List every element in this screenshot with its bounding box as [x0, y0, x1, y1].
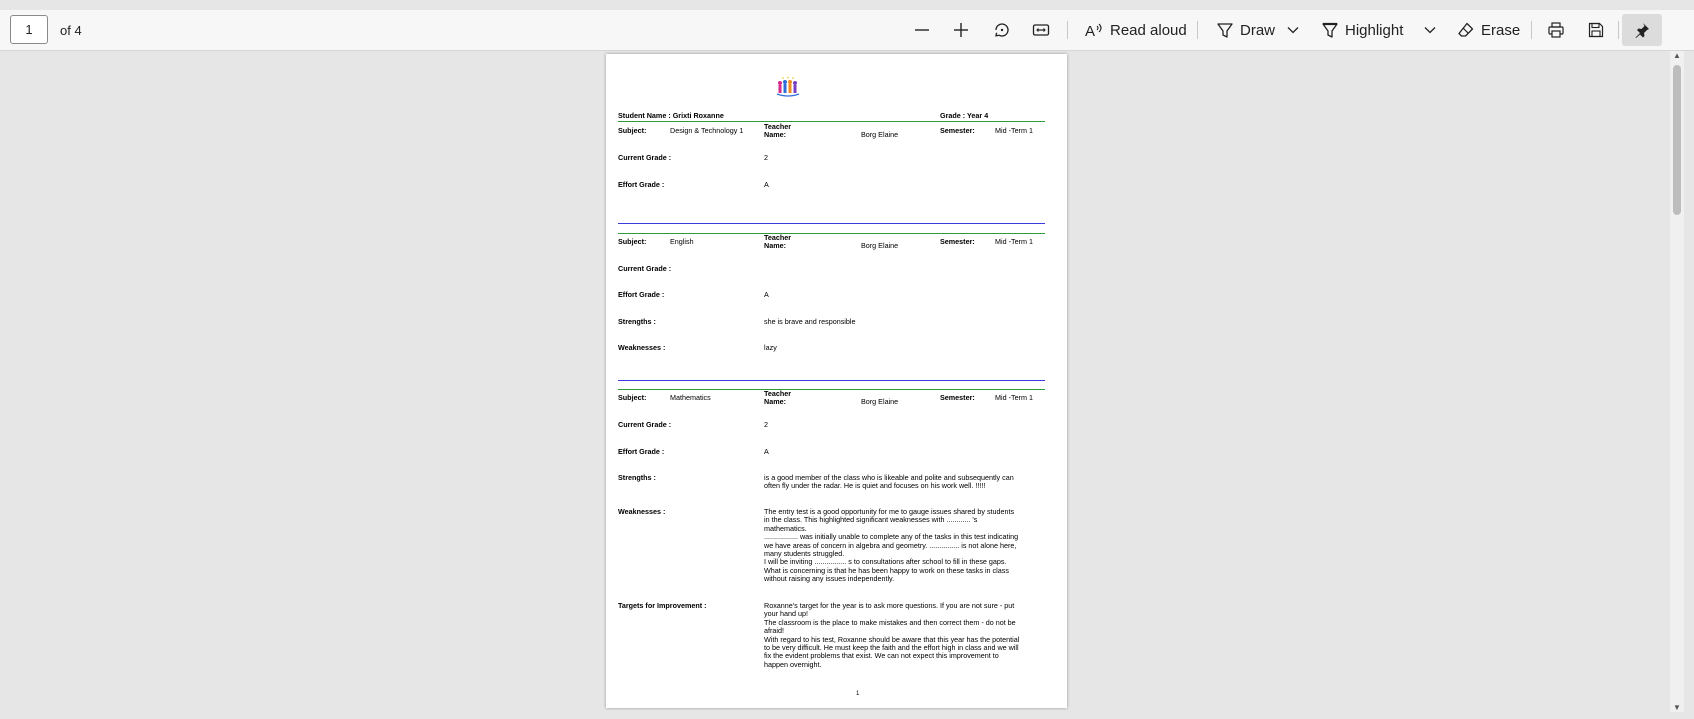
toolbar-separator — [1067, 21, 1068, 39]
highlight-options-dropdown[interactable] — [1423, 16, 1437, 44]
print-icon — [1548, 22, 1564, 38]
highlight-label: Highlight — [1345, 21, 1404, 39]
svg-text:A: A — [1085, 23, 1095, 39]
erase-button[interactable]: Erase — [1457, 16, 1520, 44]
effort-grade-label: Effort Grade : — [618, 290, 665, 299]
section-rule-bottom — [618, 380, 1045, 382]
effort-grade-value: A — [764, 290, 769, 299]
weaknesses-label: Weaknesses : — [618, 343, 666, 352]
weaknesses-label: Weaknesses : — [618, 507, 666, 516]
student-name: Student Name : Grixti Roxanne — [618, 111, 724, 120]
semester-label: Semester: — [940, 237, 975, 246]
rotate-icon — [995, 23, 1009, 37]
weaknesses-value: lazy — [764, 343, 777, 352]
section-rule-top — [618, 121, 1045, 123]
section-rule-top — [618, 389, 1045, 391]
highlight-button[interactable]: Highlight — [1321, 16, 1403, 44]
chevron-down-icon — [1287, 27, 1299, 34]
scrollbar-thumb[interactable] — [1673, 65, 1681, 215]
teacher-label: Teacher Name: — [764, 233, 792, 251]
semester-value: Mid -Term 1 — [995, 393, 1033, 402]
subject-value: Design & Technology 1 — [670, 126, 744, 135]
targets-value: Roxanne's target for the year is to ask … — [764, 601, 1020, 669]
zoom-in-icon — [954, 23, 968, 37]
vertical-scrollbar[interactable]: ▲ ▼ — [1670, 51, 1684, 712]
pin-toolbar-button[interactable] — [1622, 14, 1662, 46]
current-grade-label: Current Grade : — [618, 420, 672, 429]
page-number-footer: 1 — [856, 691, 860, 697]
zoom-in-button[interactable] — [952, 16, 970, 44]
effort-grade-label: Effort Grade : — [618, 447, 665, 456]
strengths-value: is a good member of the class who is lik… — [764, 473, 1014, 491]
chevron-down-icon — [1424, 27, 1436, 34]
toolbar-separator — [1197, 21, 1198, 39]
fit-width-icon — [1032, 24, 1050, 36]
effort-grade-value: A — [764, 180, 769, 189]
page-number-input[interactable] — [10, 15, 48, 44]
subject-label: Subject: — [618, 126, 647, 135]
toolbar-separator — [1618, 21, 1619, 39]
subject-label: Subject: — [618, 237, 647, 246]
pdf-page: Student Name : Grixti Roxanne Grade : Ye… — [606, 54, 1067, 708]
zoom-out-button[interactable] — [913, 16, 931, 44]
teacher-value: Borg Elaine — [861, 130, 899, 139]
section-rule-bottom — [618, 223, 1045, 225]
zoom-out-icon — [915, 29, 929, 31]
draw-icon — [1217, 23, 1233, 38]
read-aloud-icon: A — [1085, 23, 1102, 39]
save-button[interactable] — [1587, 16, 1605, 44]
semester-label: Semester: — [940, 126, 975, 135]
pin-icon — [1635, 23, 1649, 38]
teacher-label: Teacher Name: — [764, 122, 792, 140]
save-icon — [1588, 22, 1604, 38]
current-grade-label: Current Grade : — [618, 264, 672, 273]
subject-label: Subject: — [618, 393, 647, 402]
current-grade-value: 2 — [764, 153, 768, 162]
subject-value: English — [670, 237, 694, 246]
student-grade: Grade : Year 4 — [940, 111, 989, 120]
targets-label: Targets for Improvement : — [618, 601, 707, 610]
section-rule-top — [618, 233, 1045, 235]
draw-button[interactable]: Draw — [1216, 16, 1275, 44]
school-logo — [776, 76, 800, 97]
strengths-label: Strengths : — [618, 317, 656, 326]
semester-value: Mid -Term 1 — [995, 237, 1033, 246]
fit-width-button[interactable] — [1032, 16, 1050, 44]
effort-grade-value: A — [764, 447, 769, 456]
erase-label: Erase — [1481, 21, 1521, 39]
rotate-button[interactable] — [993, 16, 1011, 44]
highlight-icon — [1322, 22, 1338, 38]
scroll-down-arrow-icon[interactable]: ▼ — [1673, 703, 1681, 712]
strengths-value: she is brave and responsible — [764, 317, 856, 326]
strengths-label: Strengths : — [618, 473, 656, 482]
pdf-toolbar: of 4 A Read aloud Draw Highlight Erase — [0, 10, 1694, 51]
current-grade-value: 2 — [764, 420, 768, 429]
erase-icon — [1458, 22, 1474, 37]
semester-label: Semester: — [940, 393, 975, 402]
draw-options-dropdown[interactable] — [1286, 16, 1300, 44]
teacher-label: Teacher Name: — [764, 389, 792, 407]
draw-label: Draw — [1240, 21, 1276, 39]
subject-value: Mathematics — [670, 393, 711, 402]
page-total-label: of 4 — [60, 23, 82, 38]
read-aloud-label: Read aloud — [1110, 21, 1187, 39]
read-aloud-button[interactable]: A Read aloud — [1084, 16, 1187, 44]
scroll-up-arrow-icon[interactable]: ▲ — [1673, 51, 1681, 60]
semester-value: Mid -Term 1 — [995, 126, 1033, 135]
teacher-value: Borg Elaine — [861, 397, 899, 406]
print-button[interactable] — [1547, 16, 1565, 44]
weaknesses-value: The entry test is a good opportunity for… — [764, 507, 1019, 584]
current-grade-label: Current Grade : — [618, 153, 672, 162]
teacher-value: Borg Elaine — [861, 241, 899, 250]
effort-grade-label: Effort Grade : — [618, 180, 665, 189]
toolbar-separator — [1531, 21, 1532, 39]
